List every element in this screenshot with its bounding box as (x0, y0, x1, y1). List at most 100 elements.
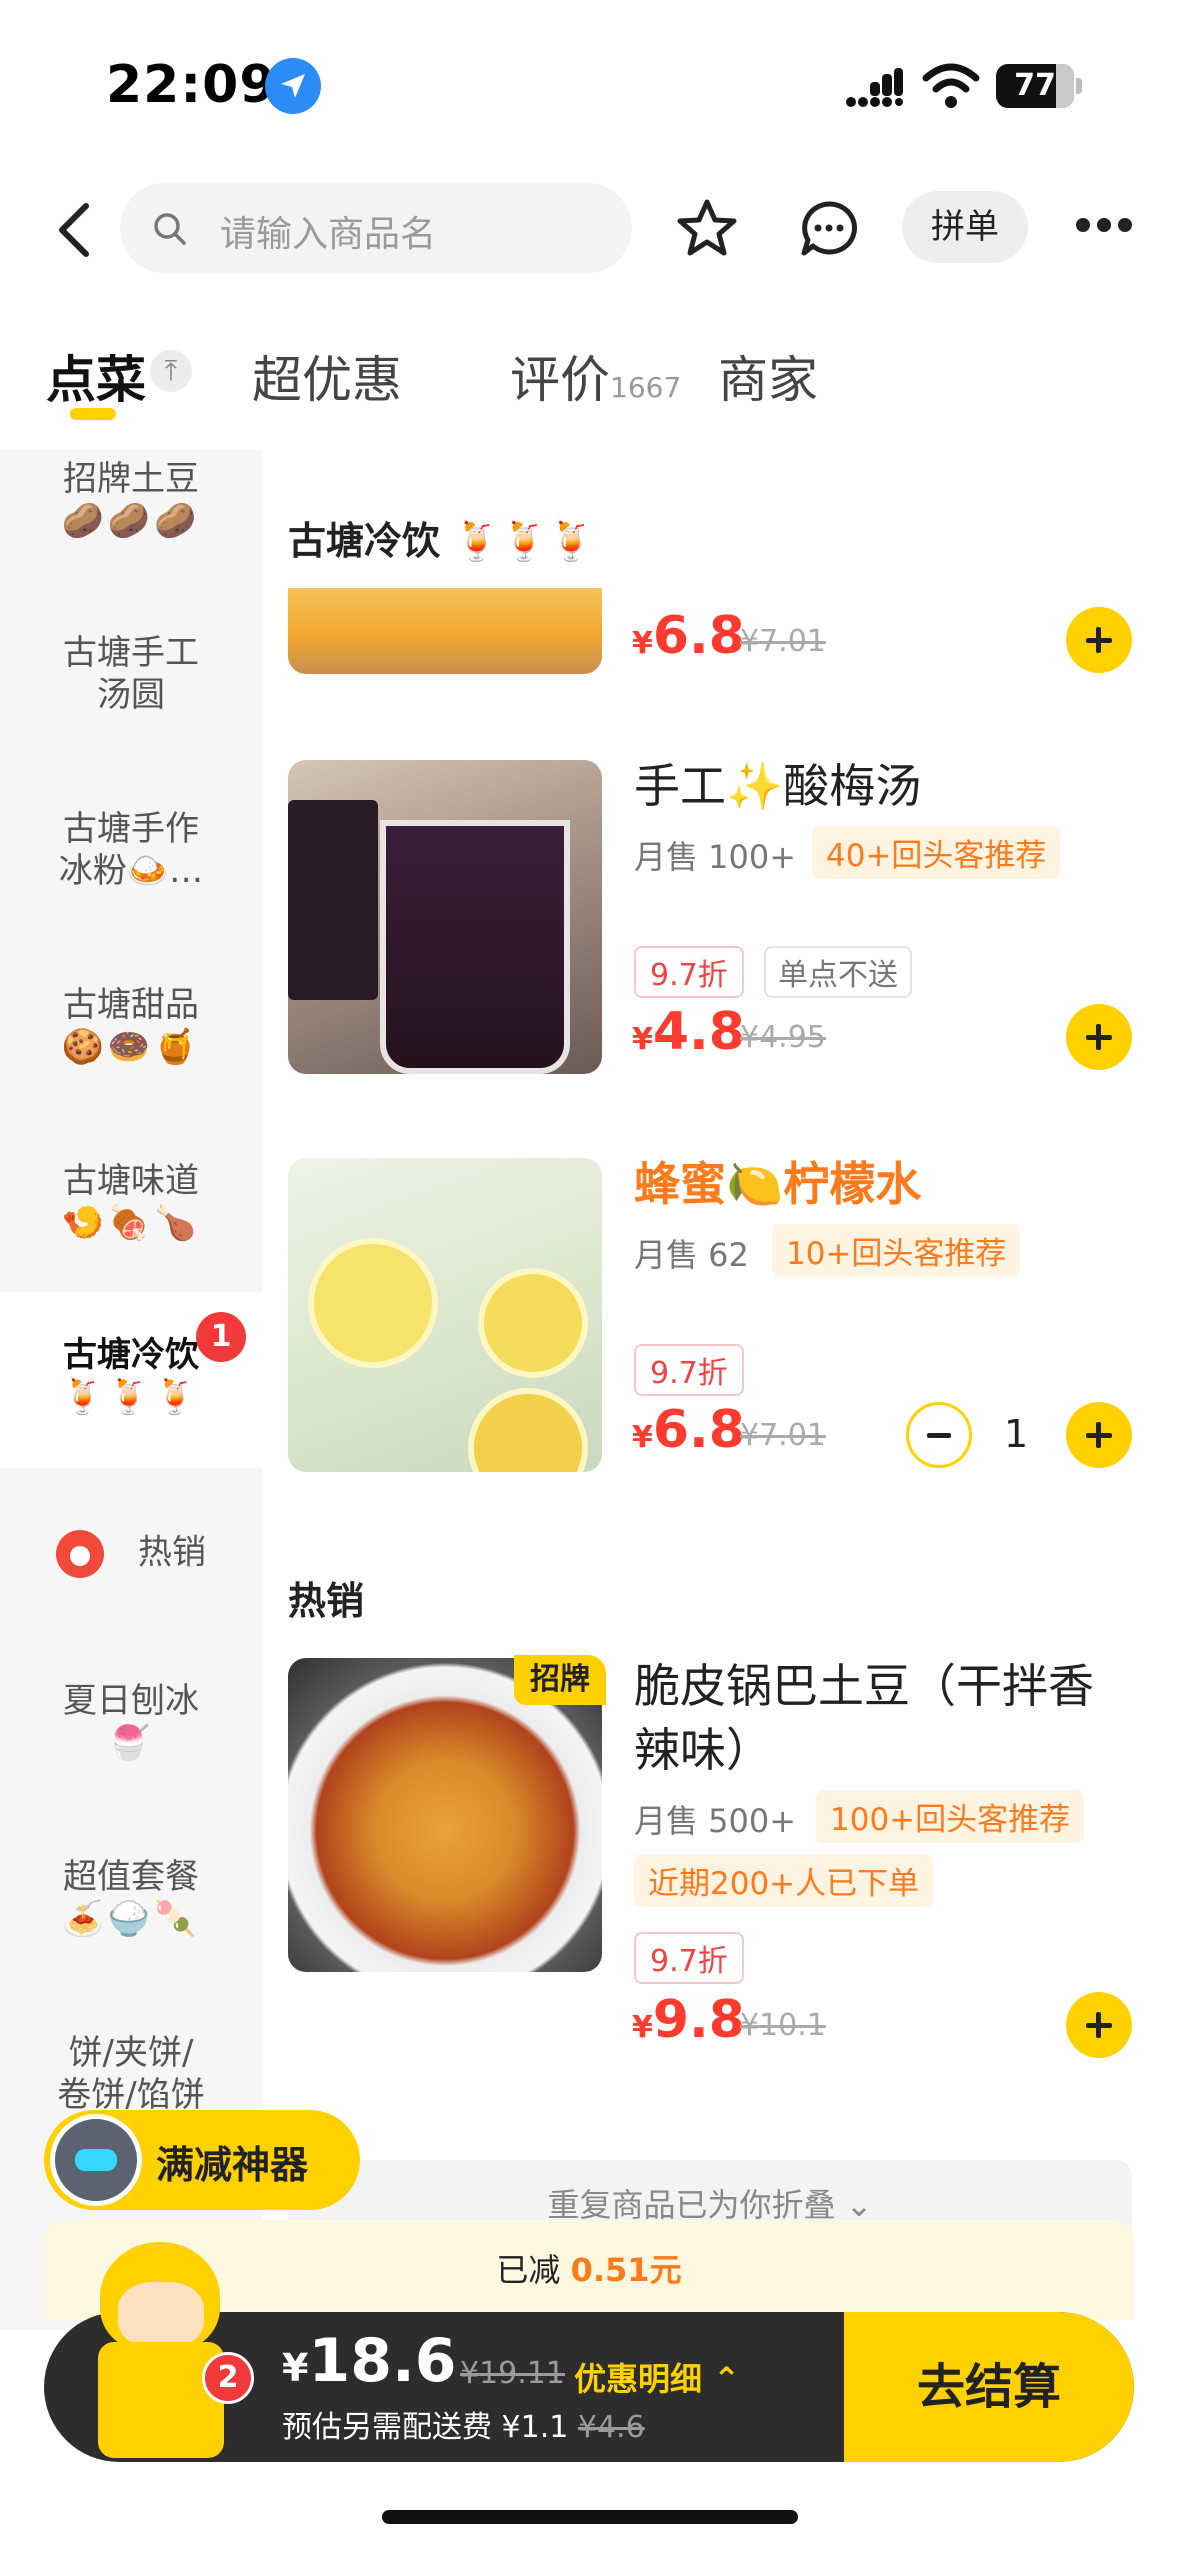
sidebar-item-label-2: 冰粉🍛… (58, 851, 204, 891)
more-icon[interactable] (1076, 218, 1132, 234)
discount-badge: 9.7折 (634, 946, 744, 998)
sidebar-item-label: 古塘手工 (63, 633, 199, 673)
product-name-line-2[interactable]: 辣味） (634, 1714, 772, 1780)
sidebar-item-emoji: 🍹🍹🍹 (61, 1377, 201, 1417)
tab-merchant[interactable]: 商家 (718, 340, 818, 412)
tab-bar: 点菜 ⤒ 超优惠 评价1667 商家 (0, 290, 1179, 450)
sidebar-item-label-2: 汤圆 (97, 675, 165, 715)
product-image-honey-lemon[interactable] (288, 1158, 602, 1472)
sidebar-item-label: 超值套餐 (63, 1857, 199, 1897)
back-icon[interactable] (50, 200, 100, 260)
wifi-icon (922, 63, 980, 108)
product-original-price: ¥4.95 (740, 1020, 826, 1055)
product-name[interactable]: 蜂蜜🍋柠檬水 (634, 1148, 921, 1214)
product-image-partial[interactable] (288, 588, 602, 674)
status-bar: 22:09 77 (0, 0, 1179, 170)
sidebar-item-emoji: 🍝🍚🍡 (61, 1899, 201, 1939)
add-to-cart-button[interactable] (1066, 1402, 1132, 1468)
decrease-quantity-button[interactable] (906, 1402, 972, 1468)
sidebar-item-signature-potato[interactable]: 招牌土豆 🥔🥔🥔 (0, 458, 262, 542)
product-price: ¥4.8 (632, 1002, 745, 1062)
battery-level: 77 (1014, 68, 1056, 103)
status-time: 22:09 (106, 55, 277, 115)
product-original-price: ¥7.01 (740, 1418, 826, 1453)
discount-detail-link[interactable]: 优惠明细 ⌃ (574, 2354, 740, 2400)
add-to-cart-button[interactable] (1066, 1992, 1132, 2058)
sidebar-item-combo[interactable]: 超值套餐 🍝🍚🍡 (0, 1856, 262, 1940)
product-price: ¥6.8 (632, 1400, 745, 1460)
search-icon (154, 213, 186, 245)
sidebar-item-cold-drinks[interactable]: 古塘冷饮 🍹🍹🍹 1 (0, 1292, 262, 1468)
tab-reviews-count: 1667 (610, 371, 682, 404)
sidebar-item-shaved-ice[interactable]: 夏日刨冰 🍧 (0, 1680, 262, 1764)
add-to-cart-button[interactable] (1066, 607, 1132, 673)
sidebar-item-flavor[interactable]: 古塘味道 🍤🍖🍗 (0, 1160, 262, 1244)
repeat-customer-badge: 40+回头客推荐 (812, 826, 1061, 879)
tab-deals[interactable]: 超优惠 (252, 340, 402, 412)
tab-reviews[interactable]: 评价1667 (510, 340, 681, 412)
chat-icon[interactable] (800, 200, 858, 258)
product-sales: 月售 100+ (634, 838, 797, 876)
home-indicator (382, 2510, 798, 2524)
product-original-price: ¥10.1 (740, 2008, 826, 2043)
quantity-value: 1 (1004, 1412, 1029, 1456)
checkout-button[interactable]: 去结算 (844, 2312, 1134, 2462)
sidebar-item-label: 古塘甜品 (63, 985, 199, 1025)
collapse-up-icon[interactable]: ⤒ (150, 350, 192, 392)
mascot-box (98, 2342, 224, 2458)
tab-order[interactable]: 点菜 (46, 340, 146, 412)
signature-tag: 招牌 (514, 1655, 606, 1705)
repeat-customer-badge: 100+回头客推荐 (816, 1790, 1085, 1843)
repeat-customer-badge: 10+回头客推荐 (772, 1224, 1021, 1277)
tab-reviews-label: 评价 (510, 351, 610, 409)
sidebar-item-label: 饼/夹饼/ (68, 2033, 194, 2073)
sidebar-item-dessert[interactable]: 古塘甜品 🍪🍩🍯 (0, 984, 262, 1068)
cart-total: ¥18.6 (282, 2326, 457, 2396)
sidebar-item-emoji: 🍧 (107, 1723, 155, 1763)
delivery-fee: 预估另需配送费 ¥1.1 ¥4.6 (282, 2410, 645, 2445)
section-header-hot: 热销 (288, 1579, 365, 1623)
group-order-button[interactable]: 拼单 (902, 191, 1028, 263)
product-sales: 月售 62 (634, 1236, 749, 1274)
sidebar-item-label: 古塘味道 (63, 1161, 199, 1201)
product-sales: 月售 500+ (634, 1802, 797, 1840)
sidebar-item-bingfen[interactable]: 古塘手作 冰粉🍛… (0, 808, 262, 892)
sidebar-item-label: 招牌土豆 (63, 459, 199, 499)
sidebar-item-emoji: 🍪🍩🍯 (61, 1027, 201, 1067)
category-sidebar: 招牌土豆 🥔🥔🥔 古塘手工 汤圆 古塘手作 冰粉🍛… 古塘甜品 🍪🍩🍯 古塘味道… (0, 450, 262, 2330)
cup-graphic (380, 820, 570, 1074)
sidebar-item-hot[interactable]: 热销 (0, 1530, 262, 1578)
sidebar-item-tangyuan[interactable]: 古塘手工 汤圆 (0, 632, 262, 716)
mascot-face (118, 2282, 204, 2348)
product-name[interactable]: 脆皮锅巴土豆（干拌香 (634, 1650, 1094, 1716)
product-image-sour-plum[interactable] (288, 760, 602, 1074)
fire-icon (56, 1530, 104, 1578)
discount-badge: 9.7折 (634, 1344, 744, 1396)
product-name[interactable]: 手工✨酸梅汤 (634, 750, 921, 816)
sidebar-item-label: 古塘冷饮 (63, 1335, 199, 1375)
location-arrow-icon (265, 58, 321, 114)
search-input[interactable]: 请输入商品名 (120, 183, 632, 273)
add-to-cart-button[interactable] (1066, 1004, 1132, 1070)
discount-helper-button[interactable]: 满减神器 (44, 2110, 360, 2210)
sidebar-item-label: 古塘手作 (63, 809, 199, 849)
product-price: ¥6.8 (632, 606, 745, 666)
recent-orders-badge: 近期200+人已下单 (634, 1854, 934, 1907)
cart-original-total: ¥19.11 (460, 2356, 565, 2391)
tab-active-indicator (70, 408, 116, 420)
saved-value: 0.51元 (570, 2251, 682, 2289)
favorite-star-icon[interactable] (676, 198, 738, 258)
section-header-cold-drinks: 古塘冷饮 🍹🍹🍹 (288, 519, 596, 563)
battery-icon: 77 (996, 64, 1074, 108)
cart-count-badge: 2 (202, 2352, 254, 2404)
cart-mascot-icon[interactable]: 2 (88, 2222, 254, 2462)
cellular-signal-icon (846, 68, 903, 107)
sidebar-item-label: 热销 (138, 1532, 206, 1573)
lemon-slice-graphic-3 (468, 1388, 588, 1472)
lemon-slice-graphic (308, 1238, 438, 1368)
sidebar-item-emoji: 🥔🥔🥔 (61, 501, 201, 541)
discount-helper-label: 满减神器 (156, 2143, 309, 2187)
product-image-crispy-potato[interactable] (288, 1658, 602, 1972)
sidebar-item-label: 夏日刨冰 (63, 1681, 199, 1721)
sidebar-item-pancake[interactable]: 饼/夹饼/ 卷饼/馅饼 (0, 2032, 262, 2116)
